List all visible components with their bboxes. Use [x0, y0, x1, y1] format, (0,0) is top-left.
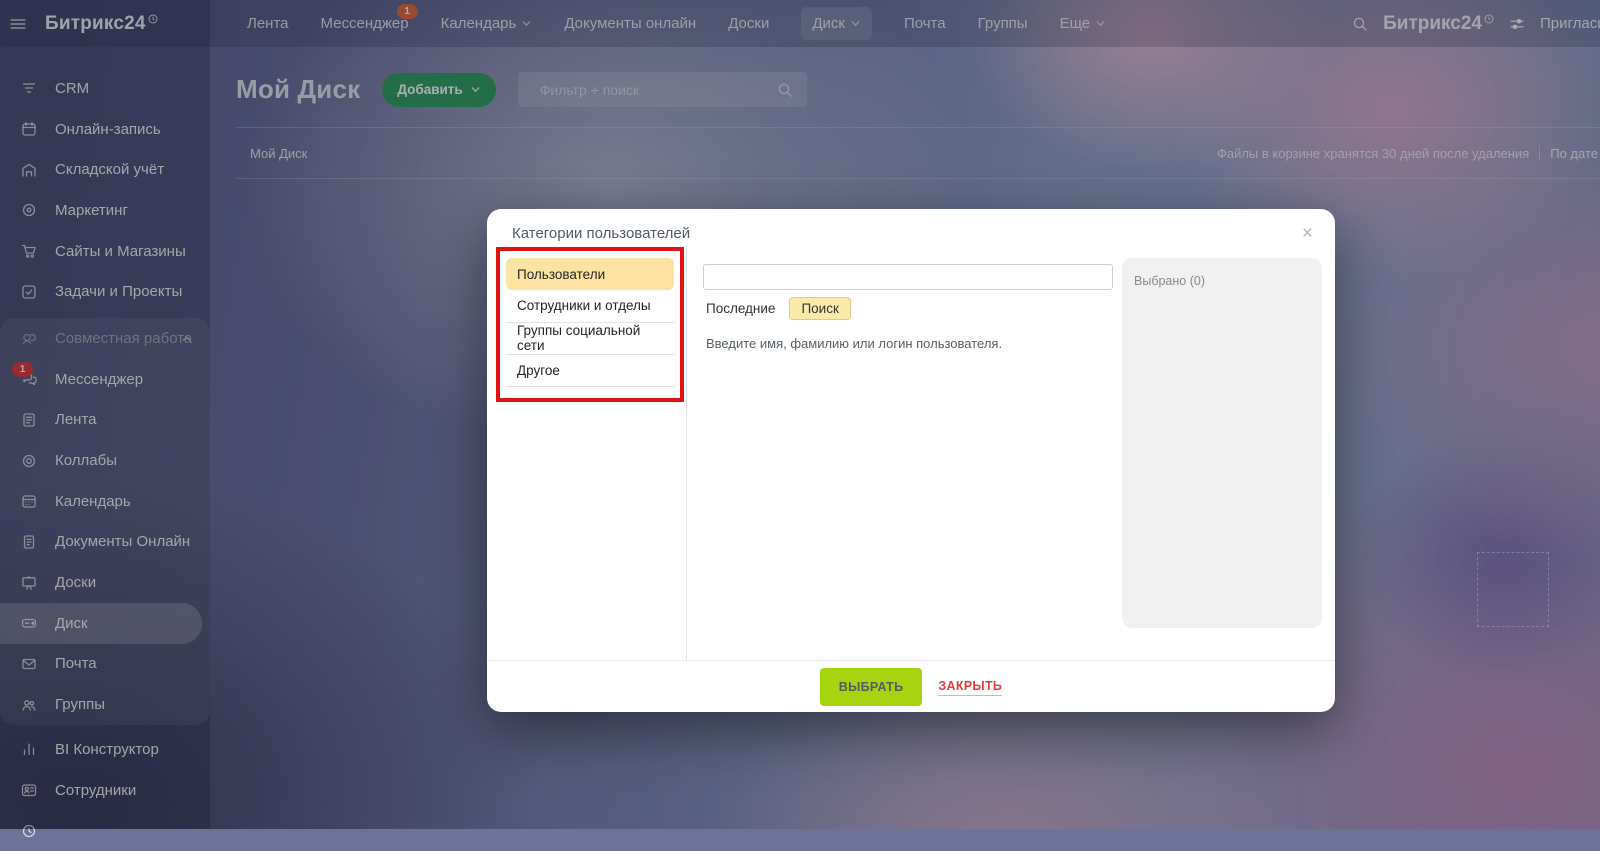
category-item-1[interactable]: Пользователи — [506, 258, 674, 290]
category-item-3[interactable]: Группы социальной сети — [506, 323, 674, 355]
category-item-2[interactable]: Сотрудники и отделы — [506, 290, 674, 322]
user-categories-modal: Категории пользователей × ПользователиСо… — [487, 209, 1335, 712]
category-list: ПользователиСотрудники и отделыГруппы со… — [506, 258, 674, 387]
close-button[interactable]: ЗАКРЫТЬ — [938, 679, 1002, 696]
search-tab-1[interactable]: Последние — [706, 297, 775, 320]
close-icon[interactable]: × — [1298, 220, 1317, 247]
selected-panel: Выбрано (0) — [1122, 258, 1322, 628]
search-hint: Введите имя, фамилию или логин пользоват… — [706, 336, 1002, 351]
modal-footer: ВЫБРАТЬ ЗАКРЫТЬ — [487, 660, 1335, 713]
modal-title: Категории пользователей — [512, 225, 690, 242]
user-search-input[interactable] — [703, 264, 1113, 290]
select-button[interactable]: ВЫБРАТЬ — [820, 668, 923, 706]
category-item-4[interactable]: Другое — [506, 355, 674, 387]
selected-count-label: Выбрано (0) — [1134, 274, 1205, 288]
search-tabs: Последние Поиск — [706, 297, 851, 320]
vertical-divider — [686, 247, 687, 660]
search-tab-2[interactable]: Поиск — [789, 297, 850, 320]
